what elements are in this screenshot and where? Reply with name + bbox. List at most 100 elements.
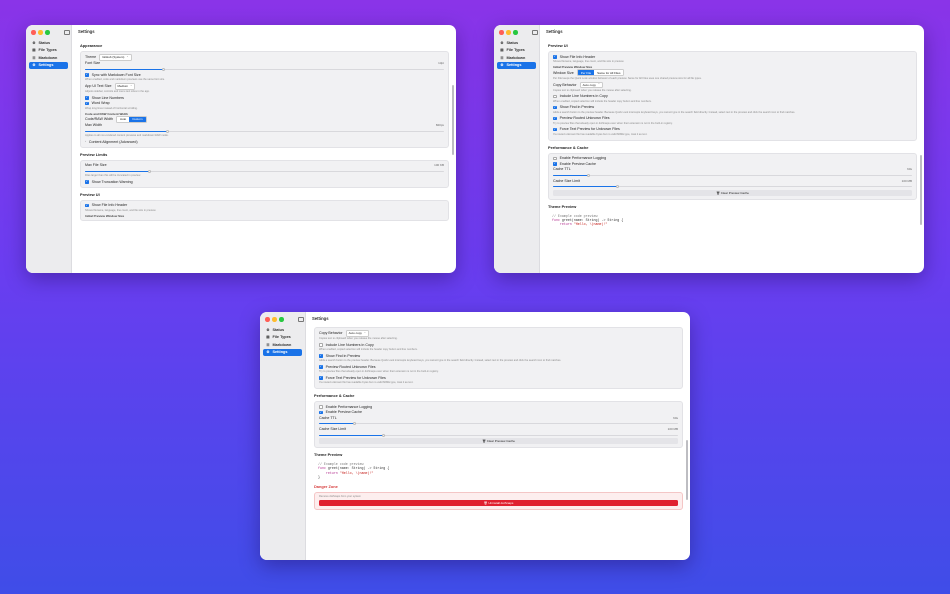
sidebar-item-label: File Types xyxy=(272,335,291,340)
checkbox-checked[interactable]: ✓ xyxy=(85,96,89,100)
segment-per-file[interactable]: Per File xyxy=(577,70,595,75)
content-alignment-label: Content Alignment (Advanced) xyxy=(88,139,138,144)
checkbox-checked[interactable]: ✓ xyxy=(85,180,89,184)
font-size-slider[interactable] xyxy=(85,67,444,71)
theme-select[interactable]: GitHub (System) ⌃ xyxy=(99,54,132,61)
clear-cache-button[interactable]: 🗑 Clear Preview Cache xyxy=(319,438,678,445)
scrollbar[interactable] xyxy=(920,155,922,225)
scrollbar[interactable] xyxy=(686,440,688,500)
settings-content: Appearance Theme GitHub (System) ⌃ Font S… xyxy=(72,38,456,273)
sidebar-toggle-icon[interactable] xyxy=(298,316,304,322)
minimize-button[interactable] xyxy=(272,317,277,322)
size-slider[interactable] xyxy=(553,185,912,189)
section-header: Preview Limits xyxy=(80,151,108,157)
uninstall-button[interactable]: 🗑 Uninstall dotSnaps xyxy=(319,500,678,507)
settings-window-2: ⚙ Status ▤ File Types ☰ Markdown ⚙ Settings … xyxy=(494,25,924,273)
checkbox-unchecked[interactable] xyxy=(553,156,557,161)
checkbox-checked[interactable]: ✓ xyxy=(553,127,557,132)
max-width-label: Max Width xyxy=(85,123,102,128)
minimize-button[interactable] xyxy=(38,30,43,35)
show-find-description: Adds a search button to the preview head… xyxy=(319,359,562,363)
size-slider[interactable] xyxy=(319,433,678,437)
sidebar-item-status[interactable]: ⚙ Status xyxy=(497,39,536,47)
trash-icon: 🗑 xyxy=(716,190,720,195)
sidebar-item-settings[interactable]: ⚙ Settings xyxy=(497,61,536,69)
sidebar-item-markdown[interactable]: ☰ Markdown xyxy=(263,341,302,349)
logging-label: Enable Performance Logging xyxy=(559,156,607,161)
checkbox-unchecked[interactable] xyxy=(319,343,323,347)
checkbox-checked[interactable]: ✓ xyxy=(553,116,557,121)
theme-value: GitHub (System) xyxy=(102,55,125,60)
size-label: Cache Size Limit xyxy=(319,427,346,432)
copy-behavior-label: Copy Behavior xyxy=(319,331,343,336)
checkbox-checked[interactable]: ✓ xyxy=(319,375,323,380)
chevron-updown-icon: ⌃ xyxy=(130,84,133,88)
section-header: Performance & Cache xyxy=(314,393,355,399)
copy-behavior-select[interactable]: Auto copy ⌃ xyxy=(579,81,604,89)
sidebar-item-label: File Types xyxy=(506,48,525,53)
zoom-button[interactable] xyxy=(45,30,50,35)
cache-label: Enable Preview Cache xyxy=(559,161,596,166)
checkbox-unchecked[interactable] xyxy=(319,405,323,409)
max-file-slider[interactable] xyxy=(85,169,444,173)
checkbox-checked[interactable]: ✓ xyxy=(319,364,323,369)
close-button[interactable] xyxy=(31,30,36,35)
sidebar-toggle-icon[interactable] xyxy=(532,29,538,35)
sidebar-item-status[interactable]: ⚙ Status xyxy=(263,326,302,334)
max-width-slider[interactable] xyxy=(85,129,444,133)
sidebar-item-settings[interactable]: ⚙ Settings xyxy=(263,348,302,356)
gear-icon: ⚙ xyxy=(500,63,504,68)
checkbox-checked[interactable]: ✓ xyxy=(85,72,89,77)
checkbox-unchecked[interactable] xyxy=(553,94,557,99)
minimize-button[interactable] xyxy=(506,30,511,35)
checkbox-checked[interactable]: ✓ xyxy=(85,101,89,106)
zoom-button[interactable] xyxy=(279,317,284,322)
zoom-button[interactable] xyxy=(513,30,518,35)
checkbox-checked[interactable]: ✓ xyxy=(553,105,557,110)
content-alignment-disclosure[interactable]: › Content Alignment (Advanced) xyxy=(85,139,444,145)
code-keyword: return xyxy=(318,470,338,475)
status-icon: ⚙ xyxy=(266,327,270,332)
sidebar-item-markdown[interactable]: ☰ Markdown xyxy=(29,54,68,62)
force-text-description: If a routed unknown file has readable by… xyxy=(553,132,648,136)
sidebar-item-label: Settings xyxy=(506,63,522,68)
theme-label: Theme xyxy=(85,55,97,60)
app-ui-value: Medium xyxy=(117,84,129,89)
size-value: 100 MB xyxy=(901,178,912,183)
checkbox-checked[interactable]: ✓ xyxy=(553,54,557,59)
close-button[interactable] xyxy=(499,30,504,35)
sidebar-toggle-icon[interactable] xyxy=(64,29,70,35)
sidebar-item-file-types[interactable]: ▤ File Types xyxy=(263,334,302,342)
ttl-slider[interactable] xyxy=(553,173,912,177)
ttl-slider[interactable] xyxy=(319,422,678,426)
segment-same-all[interactable]: Same for All Files xyxy=(594,70,624,75)
sidebar-item-settings[interactable]: ⚙ Settings xyxy=(29,61,68,69)
app-ui-select[interactable]: Medium ⌃ xyxy=(114,83,136,90)
sidebar-item-file-types[interactable]: ▤ File Types xyxy=(497,47,536,55)
checkbox-checked[interactable]: ✓ xyxy=(85,203,89,208)
copy-behavior-label: Copy Behavior xyxy=(553,82,577,87)
window-size-label: Window Size xyxy=(553,70,574,75)
sidebar-item-status[interactable]: ⚙ Status xyxy=(29,39,68,47)
sidebar-item-file-types[interactable]: ▤ File Types xyxy=(29,47,68,55)
sidebar-item-markdown[interactable]: ☰ Markdown xyxy=(497,54,536,62)
copy-behavior-select[interactable]: Auto copy ⌃ xyxy=(345,330,370,337)
sidebar-item-label: Markdown xyxy=(272,342,292,347)
copy-behavior-value: Auto copy xyxy=(582,82,596,87)
checkbox-checked[interactable]: ✓ xyxy=(319,410,323,415)
close-button[interactable] xyxy=(265,317,270,322)
window-size-segmented[interactable]: Per File Same for All Files xyxy=(576,69,625,76)
clear-cache-button[interactable]: 🗑 Clear Preview Cache xyxy=(553,189,912,196)
scrollbar[interactable] xyxy=(452,85,454,155)
code-width-segmented[interactable]: Auto Custom xyxy=(116,115,147,123)
settings-content: Copy Behavior Auto copy ⌃ Copies text to … xyxy=(306,325,690,560)
checkbox-checked[interactable]: ✓ xyxy=(553,161,557,166)
section-header: Preview UI xyxy=(80,191,100,197)
font-size-value: 13pt xyxy=(438,61,444,66)
checkbox-checked[interactable]: ✓ xyxy=(319,353,323,358)
section-header: Theme Preview xyxy=(548,203,577,209)
segment-auto[interactable]: Auto xyxy=(117,116,130,122)
segment-custom[interactable]: Custom xyxy=(129,116,146,122)
copy-behavior-description: Copies text to clipboard when you releas… xyxy=(553,88,632,92)
chevron-updown-icon: ⌃ xyxy=(126,55,129,59)
